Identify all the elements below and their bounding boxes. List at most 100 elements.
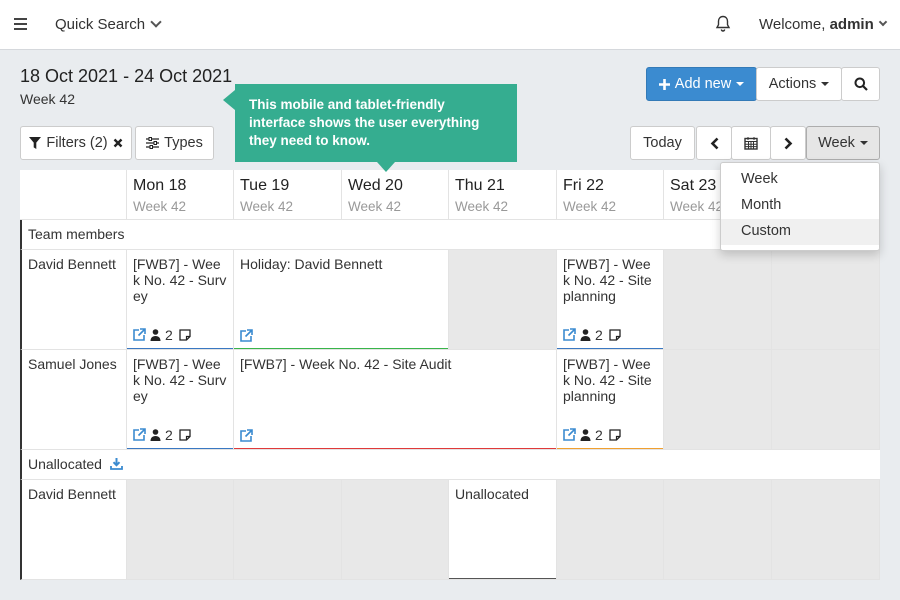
- empty-slot[interactable]: [234, 480, 342, 580]
- today-label: Today: [643, 135, 682, 151]
- empty-slot[interactable]: [664, 480, 772, 580]
- previous-period-button[interactable]: [696, 126, 732, 160]
- event-title: [FWB7] - Week No. 42 - Survey: [133, 256, 227, 304]
- add-new-button[interactable]: Add new: [646, 67, 757, 101]
- quick-search-dropdown[interactable]: Quick Search: [55, 16, 162, 33]
- event-meta: 2: [562, 427, 621, 443]
- event-meta: 2: [562, 327, 621, 343]
- day-week: Week 42: [348, 199, 402, 214]
- week-number-label: Week 42: [20, 91, 75, 107]
- people-count: 2: [595, 427, 603, 443]
- empty-slot[interactable]: [772, 350, 880, 450]
- view-dropdown-menu: Week Month Custom: [720, 162, 880, 251]
- event-card[interactable]: Unallocated: [449, 480, 557, 580]
- event-card[interactable]: [FWB7] - Week No. 42 - Survey 2: [127, 350, 234, 450]
- resource-row-label[interactable]: Samuel Jones: [20, 350, 127, 450]
- caret-down-icon: [859, 141, 868, 145]
- empty-slot[interactable]: [664, 250, 772, 350]
- note-icon[interactable]: [609, 329, 621, 341]
- day-header[interactable]: Fri 22 Week 42: [557, 170, 664, 220]
- hamburger-menu-icon[interactable]: [14, 18, 27, 30]
- people-count: 2: [595, 327, 603, 343]
- chevron-down-icon: [150, 16, 162, 28]
- event-color-bar: [449, 578, 556, 579]
- empty-slot[interactable]: [664, 350, 772, 450]
- empty-slot[interactable]: [127, 480, 234, 580]
- note-icon[interactable]: [179, 429, 191, 441]
- day-header[interactable]: Mon 18 Week 42: [127, 170, 234, 220]
- external-link-icon[interactable]: [562, 428, 576, 442]
- external-link-icon[interactable]: [562, 328, 576, 342]
- day-name: Tue 19: [240, 177, 290, 194]
- top-navigation-bar: Quick Search Welcome, admin: [0, 0, 900, 50]
- event-card[interactable]: Holiday: David Bennett: [234, 250, 449, 350]
- date-picker-button[interactable]: [731, 126, 771, 160]
- search-icon: [854, 77, 868, 91]
- user-menu[interactable]: Welcome, admin: [759, 16, 888, 33]
- filters-label: Filters (2): [46, 135, 108, 151]
- feature-tooltip: This mobile and tablet-friendly interfac…: [223, 84, 517, 172]
- actions-label: Actions: [768, 76, 817, 92]
- people-count: 2: [165, 327, 173, 343]
- types-button[interactable]: Types: [135, 126, 214, 160]
- external-link-icon[interactable]: [239, 329, 253, 343]
- next-period-button[interactable]: [770, 126, 806, 160]
- empty-slot[interactable]: [449, 250, 557, 350]
- filters-button[interactable]: Filters (2): [20, 126, 132, 160]
- view-selector-button[interactable]: Week: [806, 126, 880, 160]
- day-header[interactable]: Wed 20 Week 42: [342, 170, 449, 220]
- event-meta: [239, 329, 253, 343]
- chevron-left-icon: [710, 137, 718, 149]
- empty-slot[interactable]: [772, 250, 880, 350]
- person-icon: [580, 429, 591, 441]
- resource-row-label[interactable]: David Bennett: [20, 480, 127, 580]
- view-option-custom[interactable]: Custom: [721, 219, 879, 245]
- actions-button[interactable]: Actions: [756, 67, 842, 101]
- bell-icon[interactable]: [715, 15, 731, 33]
- view-option-week[interactable]: Week: [721, 167, 879, 193]
- day-name: Wed 20: [348, 177, 403, 194]
- event-title: [FWB7] - Week No. 42 - Site planning: [563, 356, 652, 404]
- date-range-title: 18 Oct 2021 - 24 Oct 2021: [20, 66, 233, 86]
- download-icon[interactable]: [109, 458, 123, 470]
- event-meta: 2: [132, 427, 191, 443]
- chevron-right-icon: [784, 137, 792, 149]
- empty-slot[interactable]: [772, 480, 880, 580]
- sliders-icon: [146, 137, 160, 149]
- event-card[interactable]: [FWB7] - Week No. 42 - Site Audit: [234, 350, 557, 450]
- day-name: Fri 22: [563, 177, 604, 194]
- header-corner: [20, 170, 127, 220]
- event-card[interactable]: [FWB7] - Week No. 42 - Site planning 2: [557, 250, 664, 350]
- event-card[interactable]: [FWB7] - Week No. 42 - Site planning 2: [557, 350, 664, 450]
- search-button[interactable]: [841, 67, 880, 101]
- event-card[interactable]: [FWB7] - Week No. 42 - Survey 2: [127, 250, 234, 350]
- view-selector-label: Week: [818, 135, 855, 151]
- view-option-month[interactable]: Month: [721, 193, 879, 219]
- plus-icon: [658, 78, 670, 90]
- caret-down-icon: [821, 82, 830, 86]
- event-title: [FWB7] - Week No. 42 - Site Audit: [240, 356, 452, 372]
- empty-slot[interactable]: [557, 480, 664, 580]
- external-link-icon[interactable]: [132, 328, 146, 342]
- clear-filters-icon[interactable]: [113, 138, 123, 148]
- day-week: Week 42: [240, 199, 294, 214]
- day-name: Thu 21: [455, 177, 505, 194]
- note-icon[interactable]: [609, 429, 621, 441]
- welcome-text: Welcome, admin: [759, 16, 874, 33]
- add-new-label: Add new: [674, 76, 732, 92]
- group-label: Team members: [28, 226, 125, 242]
- types-label: Types: [164, 135, 203, 151]
- day-header[interactable]: Tue 19 Week 42: [234, 170, 342, 220]
- person-icon: [150, 329, 161, 341]
- external-link-icon[interactable]: [239, 429, 253, 443]
- external-link-icon[interactable]: [132, 428, 146, 442]
- empty-slot[interactable]: [342, 480, 449, 580]
- resource-row-label[interactable]: David Bennett: [20, 250, 127, 350]
- quick-search-label: Quick Search: [55, 16, 146, 33]
- group-header-unallocated: Unallocated: [20, 450, 880, 480]
- day-header[interactable]: Thu 21 Week 42: [449, 170, 557, 220]
- note-icon[interactable]: [179, 329, 191, 341]
- day-week: Week 42: [455, 199, 509, 214]
- today-button[interactable]: Today: [630, 126, 695, 160]
- filter-icon: [29, 137, 42, 149]
